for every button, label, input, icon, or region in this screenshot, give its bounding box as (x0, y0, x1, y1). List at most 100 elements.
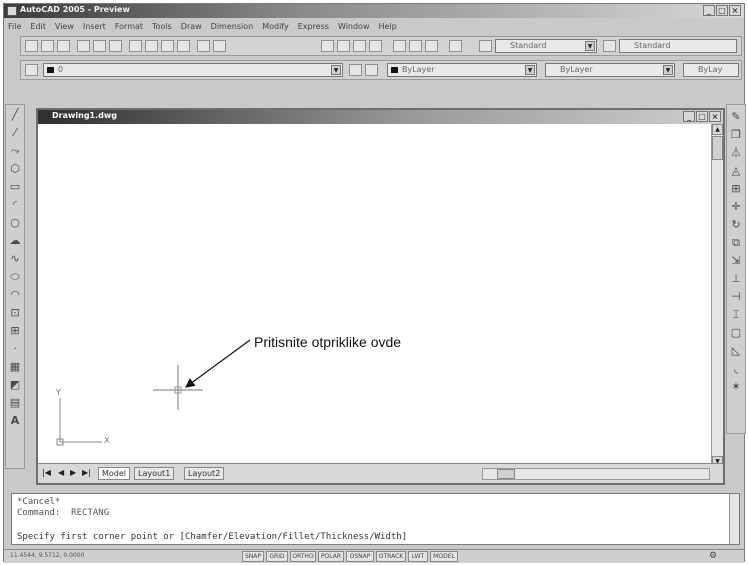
properties-icon[interactable] (393, 40, 406, 52)
undo-icon[interactable] (197, 40, 210, 52)
trim-icon[interactable]: ⊥ (730, 273, 742, 285)
stretch-icon[interactable]: ⇲ (730, 255, 742, 267)
plot-icon[interactable] (77, 40, 90, 52)
save-icon[interactable] (57, 40, 70, 52)
ortho-toggle[interactable]: ORTHO (290, 551, 316, 562)
drawing-maximize-button[interactable]: □ (696, 111, 708, 122)
multiline-text-icon[interactable]: A (9, 415, 21, 427)
layer-dropdown[interactable]: 0 ▼ (43, 63, 343, 77)
linetype-dropdown[interactable]: ByLayer ▼ (545, 63, 675, 77)
pan-icon[interactable] (321, 40, 334, 52)
line-icon[interactable]: ╱ (9, 109, 21, 121)
command-window[interactable]: *Cancel* Command: RECTANG Specify first … (11, 493, 740, 545)
scroll-thumb[interactable] (712, 136, 723, 160)
rectangle-icon[interactable]: ▭ (9, 181, 21, 193)
scale-icon[interactable]: ⧉ (730, 237, 742, 249)
spline-icon[interactable]: ∿ (9, 253, 21, 265)
mirror-icon[interactable]: ⏃ (730, 147, 742, 159)
close-button[interactable]: × (729, 5, 741, 16)
scroll-up-button[interactable]: ▲ (712, 124, 723, 135)
zoom-realtime-icon[interactable] (337, 40, 350, 52)
hscroll-thumb[interactable] (497, 469, 515, 479)
table-icon[interactable]: ▤ (9, 397, 21, 409)
menu-view[interactable]: View (55, 20, 74, 34)
drawing-minimize-button[interactable]: _ (683, 111, 695, 122)
copy-object-icon[interactable]: ❐ (730, 129, 742, 141)
join-icon[interactable]: ▢ (730, 327, 742, 339)
tab-layout1[interactable]: Layout1 (134, 467, 175, 480)
osnap-toggle[interactable]: OSNAP (346, 551, 374, 562)
toolpalettes-icon[interactable] (425, 40, 438, 52)
drawing-window[interactable]: Drawing1.dwg _ □ × ▲ ▼ Pritisnite otprik… (36, 108, 725, 485)
preview-icon[interactable] (93, 40, 106, 52)
ellipse-arc-icon[interactable]: ◠ (9, 289, 21, 301)
ellipse-icon[interactable]: ⬭ (9, 271, 21, 283)
make-block-icon[interactable]: ⊞ (9, 325, 21, 337)
maximize-button[interactable]: □ (716, 5, 728, 16)
tab-nav-first-icon[interactable]: |◀ (42, 468, 51, 477)
otrack-toggle[interactable]: OTRACK (376, 551, 406, 562)
tab-nav-last-icon[interactable]: ▶| (82, 468, 91, 477)
designcenter-icon[interactable] (409, 40, 422, 52)
polygon-icon[interactable]: ⬡ (9, 163, 21, 175)
arc-icon[interactable]: ◜ (9, 199, 21, 211)
textstyle-icon[interactable] (479, 40, 492, 52)
calculator-icon[interactable] (449, 40, 462, 52)
cut-icon[interactable] (129, 40, 142, 52)
color-dropdown[interactable]: ByLayer ▼ (387, 63, 537, 77)
tab-nav-prev-icon[interactable]: ◀ (58, 468, 64, 477)
snap-toggle[interactable]: SNAP (242, 551, 264, 562)
open-icon[interactable] (41, 40, 54, 52)
break-icon[interactable]: ⌶ (730, 309, 742, 321)
new-icon[interactable] (25, 40, 38, 52)
chamfer-icon[interactable]: ◺ (730, 345, 742, 357)
rotate-icon[interactable]: ↻ (730, 219, 742, 231)
menu-edit[interactable]: Edit (30, 20, 46, 34)
matchprop-icon[interactable] (177, 40, 190, 52)
dimstyle-icon[interactable] (603, 40, 616, 52)
menu-dimension[interactable]: Dimension (211, 20, 254, 34)
extend-icon[interactable]: ⊣ (730, 291, 742, 303)
textstyle-dropdown[interactable]: Standard ▼ (495, 39, 597, 53)
command-scrollbar[interactable] (729, 494, 739, 544)
dimstyle-dropdown[interactable]: Standard (619, 39, 737, 53)
menu-express[interactable]: Express (298, 20, 329, 34)
hatch-icon[interactable]: ▦ (9, 361, 21, 373)
redo-icon[interactable] (213, 40, 226, 52)
lineweight-dropdown[interactable]: ByLay (683, 63, 739, 77)
menu-tools[interactable]: Tools (152, 20, 172, 34)
tab-model[interactable]: Model (98, 467, 131, 480)
point-icon[interactable]: · (9, 343, 21, 355)
menu-format[interactable]: Format (115, 20, 143, 34)
move-icon[interactable]: ✛ (730, 201, 742, 213)
menu-insert[interactable]: Insert (83, 20, 106, 34)
menu-draw[interactable]: Draw (181, 20, 202, 34)
drawing-close-button[interactable]: × (709, 111, 721, 122)
paste-icon[interactable] (161, 40, 174, 52)
minimize-button[interactable]: _ (703, 5, 715, 16)
lwt-toggle[interactable]: LWT (408, 551, 428, 562)
circle-icon[interactable]: ○ (9, 217, 21, 229)
zoom-previous-icon[interactable] (369, 40, 382, 52)
offset-icon[interactable]: ◬ (730, 165, 742, 177)
menu-modify[interactable]: Modify (262, 20, 289, 34)
tab-nav-next-icon[interactable]: ▶ (70, 468, 76, 477)
menu-file[interactable]: File (8, 20, 21, 34)
copy-icon[interactable] (145, 40, 158, 52)
menu-window[interactable]: Window (338, 20, 370, 34)
model-toggle[interactable]: MODEL (430, 551, 458, 562)
fillet-icon[interactable]: ◟ (730, 363, 742, 375)
layer-previous-icon[interactable] (365, 64, 378, 76)
construction-line-icon[interactable]: ⁄ (9, 127, 21, 139)
grid-toggle[interactable]: GRID (266, 551, 288, 562)
publish-icon[interactable] (109, 40, 122, 52)
vertical-scrollbar[interactable]: ▲ ▼ (711, 124, 723, 467)
make-current-icon[interactable] (349, 64, 362, 76)
zoom-window-icon[interactable] (353, 40, 366, 52)
polyline-icon[interactable]: ⤳ (9, 145, 21, 157)
menu-help[interactable]: Help (379, 20, 397, 34)
array-icon[interactable]: ⊞ (730, 183, 742, 195)
layer-manager-icon[interactable] (25, 64, 38, 76)
insert-block-icon[interactable]: ⊡ (9, 307, 21, 319)
explode-icon[interactable]: ✶ (730, 381, 742, 393)
